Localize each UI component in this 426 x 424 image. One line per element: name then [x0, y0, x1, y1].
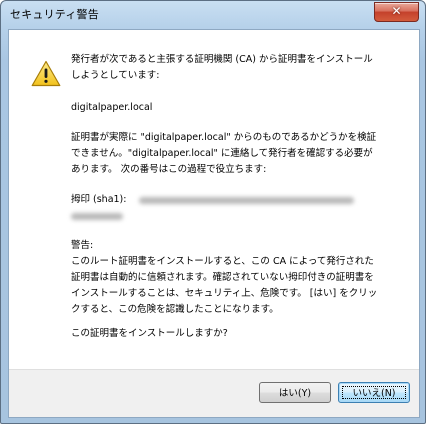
yes-button-label: はい(Y)	[278, 388, 312, 399]
warning-heading: 警告:	[71, 240, 94, 251]
dialog-client-area: 発行者が次であると主張する証明機関 (CA) から証明書をインストール しようと…	[8, 29, 420, 418]
dialog-content: 発行者が次であると主張する証明機関 (CA) から証明書をインストール しようと…	[9, 30, 419, 370]
yes-button[interactable]: はい(Y)	[259, 382, 331, 403]
issuer-name: digitalpaper.local	[71, 102, 153, 113]
no-button[interactable]: いいえ(N)	[338, 382, 410, 403]
thumbprint-value-redacted	[139, 197, 354, 204]
title-bar[interactable]: セキュリティ警告 ✕	[1, 1, 425, 27]
close-button[interactable]: ✕	[374, 2, 419, 22]
warning-body: このルート証明書をインストールすると、この CA によって発行された 証明書は自…	[71, 256, 378, 315]
security-warning-dialog: セキュリティ警告 ✕ 発行者が次であると主張する証明機関 (CA) から証明書を…	[0, 0, 426, 424]
warning-icon	[31, 60, 61, 87]
thumbprint-value-redacted-line2	[71, 213, 123, 220]
window-title: セキュリティ警告	[10, 8, 99, 21]
button-bar: はい(Y) いいえ(N)	[9, 369, 419, 417]
install-question: この証明書をインストールしますか?	[71, 328, 228, 339]
close-icon: ✕	[391, 4, 402, 18]
validation-text: 証明書が実際に "digitalpaper.local" からのものであるかどう…	[71, 132, 377, 175]
no-button-label: いいえ(N)	[352, 388, 396, 399]
intro-text: 発行者が次であると主張する証明機関 (CA) から証明書をインストール しようと…	[71, 54, 373, 81]
thumbprint-label: 拇印 (sha1):	[71, 194, 127, 205]
